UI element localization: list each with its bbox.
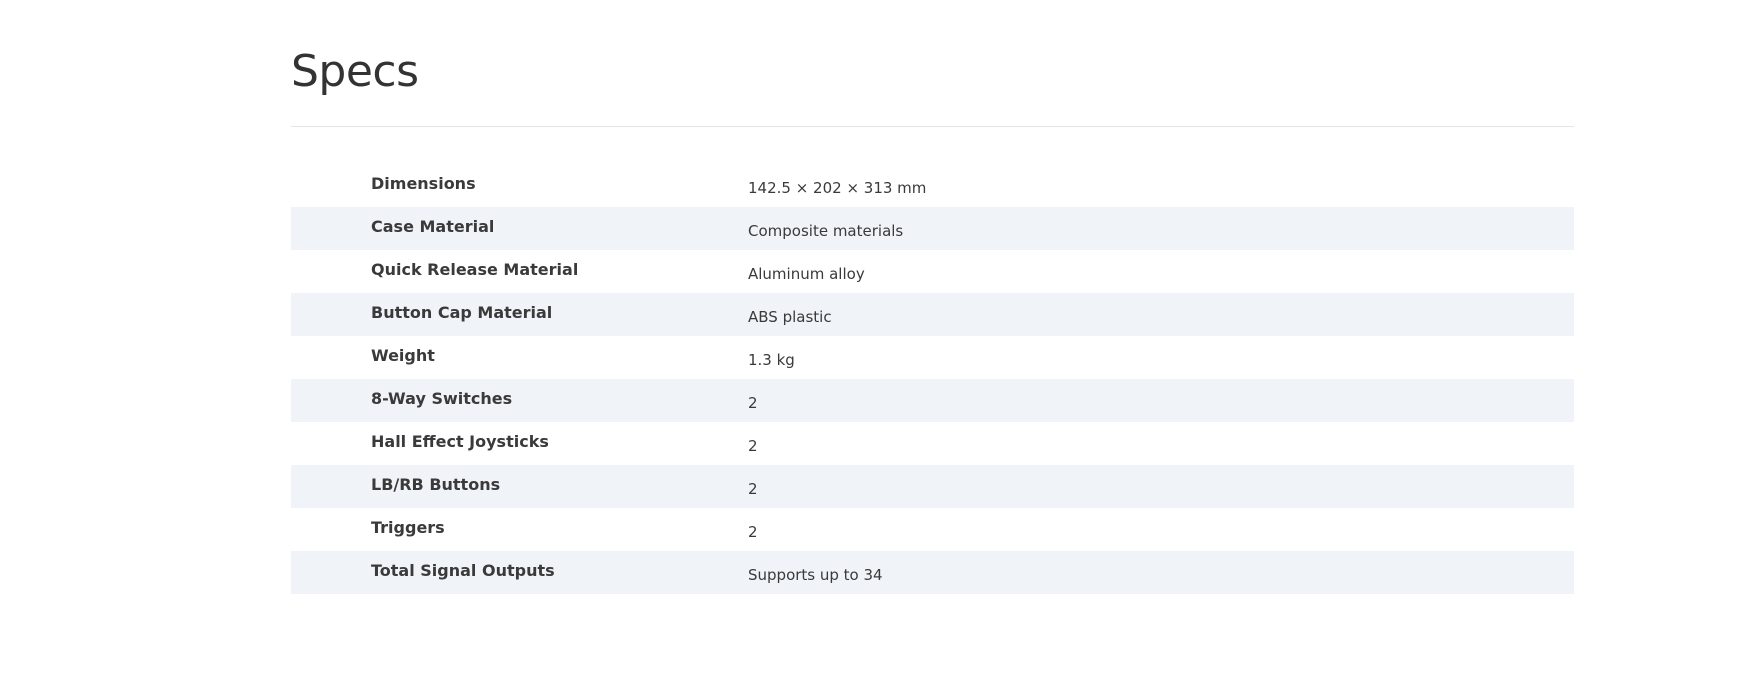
spec-value: 142.5 × 202 × 313 mm [748, 179, 927, 197]
spec-label: Case Material [371, 217, 495, 236]
spec-row: 8-Way Switches 2 [291, 379, 1574, 422]
spec-row: Total Signal Outputs Supports up to 34 [291, 551, 1574, 594]
spec-value: 2 [748, 523, 758, 541]
spec-table: Dimensions 142.5 × 202 × 313 mm Case Mat… [291, 164, 1574, 594]
spec-value: 2 [748, 437, 758, 455]
spec-label: Total Signal Outputs [371, 561, 555, 580]
specs-section: Specs Dimensions 142.5 × 202 × 313 mm Ca… [291, 0, 1574, 594]
spec-label: Dimensions [371, 174, 476, 193]
spec-row: Hall Effect Joysticks 2 [291, 422, 1574, 465]
spec-value: 2 [748, 394, 758, 412]
spec-value: ABS plastic [748, 308, 832, 326]
spec-label: Triggers [371, 518, 445, 537]
spec-row: Button Cap Material ABS plastic [291, 293, 1574, 336]
spec-row: LB/RB Buttons 2 [291, 465, 1574, 508]
spec-value: Composite materials [748, 222, 904, 240]
spec-row: Quick Release Material Aluminum alloy [291, 250, 1574, 293]
spec-row: Weight 1.3 kg [291, 336, 1574, 379]
spec-label: 8-Way Switches [371, 389, 513, 408]
spec-row: Dimensions 142.5 × 202 × 313 mm [291, 164, 1574, 207]
spec-label: LB/RB Buttons [371, 475, 501, 494]
spec-label: Hall Effect Joysticks [371, 432, 549, 451]
spec-label: Quick Release Material [371, 260, 579, 279]
spec-label: Button Cap Material [371, 303, 553, 322]
spec-row: Case Material Composite materials [291, 207, 1574, 250]
spec-value: 2 [748, 480, 758, 498]
spec-value: Supports up to 34 [748, 566, 883, 584]
spec-row: Triggers 2 [291, 508, 1574, 551]
spec-label: Weight [371, 346, 435, 365]
title-divider [291, 126, 1574, 127]
spec-value: Aluminum alloy [748, 265, 865, 283]
page-title: Specs [291, 46, 419, 97]
spec-value: 1.3 kg [748, 351, 795, 369]
